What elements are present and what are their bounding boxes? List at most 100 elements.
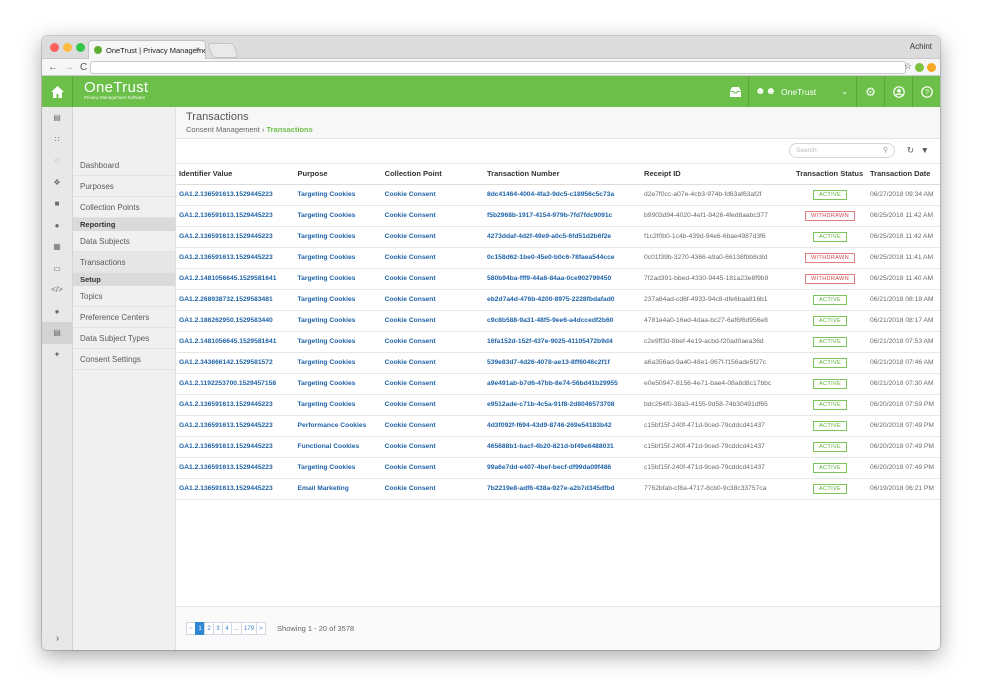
tab-close-icon[interactable]: × — [195, 45, 200, 54]
table-row[interactable]: GA1.2.136591613.1529445223 Targeting Cook… — [176, 394, 940, 416]
browser-tab[interactable]: OneTrust | Privacy Manageme × — [88, 40, 206, 59]
table-row[interactable]: GA1.2.136591613.1529445223 Targeting Cook… — [176, 247, 940, 269]
subnav-item-preference-centers[interactable]: Preference Centers — [73, 307, 175, 328]
document-icon[interactable]: ▤ — [42, 107, 72, 129]
cell-purpose[interactable]: Targeting Cookies — [294, 394, 382, 416]
extension-icon[interactable] — [915, 63, 924, 72]
cell-collection-point[interactable]: Cookie Consent — [381, 394, 484, 416]
close-window-icon[interactable] — [50, 43, 59, 52]
extension-icon[interactable] — [927, 63, 936, 72]
vendor-icon[interactable]: ❖ — [42, 172, 72, 194]
table-row[interactable]: GA1.2.1481056645.1529581641 Targeting Coo… — [176, 268, 940, 290]
table-row[interactable]: GA1.2.136591613.1529445223 Targeting Cook… — [176, 205, 940, 227]
table-row[interactable]: GA1.2.268938732.1529583481 Targeting Cook… — [176, 289, 940, 311]
cell-collection-point[interactable]: Cookie Consent — [381, 436, 484, 458]
user-circle-icon[interactable] — [884, 76, 912, 107]
table-row[interactable]: GA1.2.186262950.1529583440 Targeting Cook… — [176, 310, 940, 332]
grid-icon[interactable]: ∷ — [42, 129, 72, 151]
cell-transaction-number[interactable]: e9512ade-c71b-4c5a-91f8-2d8046573708 — [484, 394, 642, 416]
table-row[interactable]: GA1.2.343666142.1529581572 Targeting Cook… — [176, 352, 940, 374]
cell-transaction-number[interactable]: 539e83d7-4d26-4078-ae13-8ff6046c2f1f — [484, 352, 642, 374]
table-row[interactable]: GA1.2.1481056645.1529581641 Targeting Coo… — [176, 331, 940, 353]
cell-collection-point[interactable]: Cookie Consent — [381, 478, 484, 500]
table-row[interactable]: GA1.2.136591613.1529445223 Performance Co… — [176, 415, 940, 437]
home-icon[interactable] — [42, 76, 73, 107]
table-row[interactable]: GA1.2.136591613.1529445223 Functional Coo… — [176, 436, 940, 458]
column-header-identifier-value[interactable]: Identifier Value — [176, 164, 295, 185]
subnav-item-data-subject-types[interactable]: Data Subject Types — [73, 328, 175, 349]
cell-transaction-number[interactable]: 465688b1-bacf-4b20-821d-bf49e6488031 — [484, 436, 642, 458]
cell-purpose[interactable]: Email Marketing — [294, 478, 382, 500]
subnav-item-collection-points[interactable]: Collection Points — [73, 197, 175, 218]
browser-user-name[interactable]: Achint — [910, 42, 932, 51]
table-row[interactable]: GA1.2.136591613.1529445223 Targeting Cook… — [176, 226, 940, 248]
subnav-item-topics[interactable]: Topics — [73, 286, 175, 307]
cell-purpose[interactable]: Targeting Cookies — [294, 310, 382, 332]
cell-identifier-value[interactable]: GA1.2.1481056645.1529581641 — [176, 331, 295, 353]
cell-purpose[interactable]: Targeting Cookies — [294, 289, 382, 311]
cookie-icon[interactable]: ■ — [42, 193, 72, 215]
cell-collection-point[interactable]: Cookie Consent — [381, 457, 484, 479]
cell-identifier-value[interactable]: GA1.2.186262950.1529583440 — [176, 310, 295, 332]
cell-identifier-value[interactable]: GA1.2.136591613.1529445223 — [176, 394, 295, 416]
cell-collection-point[interactable]: Cookie Consent — [381, 310, 484, 332]
cell-collection-point[interactable]: Cookie Consent — [381, 226, 484, 248]
list-icon[interactable]: ▤ — [42, 322, 72, 344]
globe-icon[interactable]: ● — [42, 215, 72, 237]
cell-collection-point[interactable]: Cookie Consent — [381, 373, 484, 395]
table-row[interactable]: GA1.2.136591613.1529445223 Email Marketin… — [176, 478, 940, 500]
cell-transaction-number[interactable]: c9c8b588-9a31-48f5-9ee6-a4dccedf2b60 — [484, 310, 642, 332]
maximize-window-icon[interactable] — [76, 43, 85, 52]
page-button[interactable]: 179 — [241, 622, 258, 635]
cell-purpose[interactable]: Functional Cookies — [294, 436, 382, 458]
wrench-icon[interactable]: ✦ — [42, 344, 72, 366]
cell-collection-point[interactable]: Cookie Consent — [381, 205, 484, 227]
breadcrumb-parent[interactable]: Consent Management — [186, 125, 260, 134]
onetrust-logo[interactable]: OneTrust Privacy Management Software — [84, 79, 148, 100]
search-icon[interactable]: ⚲ — [883, 144, 888, 157]
cell-purpose[interactable]: Targeting Cookies — [294, 352, 382, 374]
bookmark-star-icon[interactable]: ☆ — [904, 61, 912, 72]
cell-collection-point[interactable]: Cookie Consent — [381, 184, 484, 206]
table-row[interactable]: GA1.2.136591613.1529445223 Targeting Cook… — [176, 457, 940, 479]
expand-chevron-icon[interactable]: › — [42, 633, 73, 644]
column-header-purpose[interactable]: Purpose — [294, 164, 382, 185]
cell-identifier-value[interactable]: GA1.2.136591613.1529445223 — [176, 205, 295, 227]
cell-purpose[interactable]: Targeting Cookies — [294, 205, 382, 227]
cell-collection-point[interactable]: Cookie Consent — [381, 268, 484, 290]
gear-icon[interactable]: ⚙ — [856, 76, 884, 107]
cell-transaction-number[interactable]: 4273ddaf-4d2f-49e9-a0c5-6fd51d2b6f2e — [484, 226, 642, 248]
cell-collection-point[interactable]: Cookie Consent — [381, 289, 484, 311]
cell-identifier-value[interactable]: GA1.2.268938732.1529583481 — [176, 289, 295, 311]
refresh-icon[interactable]: ↻ — [907, 145, 914, 156]
column-header-transaction-number[interactable]: Transaction Number — [484, 164, 642, 185]
cell-identifier-value[interactable]: GA1.2.1481056645.1529581641 — [176, 268, 295, 290]
table-row[interactable]: GA1.2.1192253700.1529457158 Targeting Coo… — [176, 373, 940, 395]
new-tab-button[interactable] — [207, 43, 239, 58]
inbox-icon[interactable] — [722, 76, 748, 107]
column-header-collection-point[interactable]: Collection Point — [381, 164, 484, 185]
column-header-transaction-status[interactable]: Transaction Status — [793, 164, 867, 185]
subnav-item-dashboard[interactable]: Dashboard — [73, 155, 175, 176]
cell-identifier-value[interactable]: GA1.2.343666142.1529581572 — [176, 352, 295, 374]
cell-purpose[interactable]: Targeting Cookies — [294, 331, 382, 353]
search-input[interactable]: Search ⚲ — [789, 143, 895, 158]
consent-icon[interactable]: ● — [42, 301, 72, 323]
cell-transaction-number[interactable]: a9e491ab-b7d6-47bb-8e74-56bd41b29955 — [484, 373, 642, 395]
cell-purpose[interactable]: Targeting Cookies — [294, 268, 382, 290]
cell-identifier-value[interactable]: GA1.2.136591613.1529445223 — [176, 184, 295, 206]
assessment-icon[interactable]: ◌ — [42, 150, 72, 172]
cell-transaction-number[interactable]: eb2d7a4d-476b-4200-8975-2228fbdafad0 — [484, 289, 642, 311]
cell-transaction-number[interactable]: 0c158d62-1be0-45e0-b0c6-78faea544cce — [484, 247, 642, 269]
filter-icon[interactable]: ▼ — [921, 145, 929, 155]
cell-transaction-number[interactable]: 7b2219e8-adf6-438a-927e-a2b7d345dfbd — [484, 478, 642, 500]
subnav-item-data-subjects[interactable]: Data Subjects — [73, 231, 175, 252]
table-icon[interactable]: ▦ — [42, 236, 72, 258]
column-header-receipt-id[interactable]: Receipt ID — [641, 164, 794, 185]
cell-purpose[interactable]: Performance Cookies — [294, 415, 382, 437]
cell-purpose[interactable]: Targeting Cookies — [294, 184, 382, 206]
table-row[interactable]: GA1.2.136591613.1529445223 Targeting Cook… — [176, 184, 940, 206]
cell-transaction-number[interactable]: f5b2968b-1917-4154-979b-7fd7fdc9091c — [484, 205, 642, 227]
column-header-transaction-date[interactable]: Transaction Date — [866, 164, 940, 185]
next-page-button[interactable]: > — [256, 622, 267, 635]
